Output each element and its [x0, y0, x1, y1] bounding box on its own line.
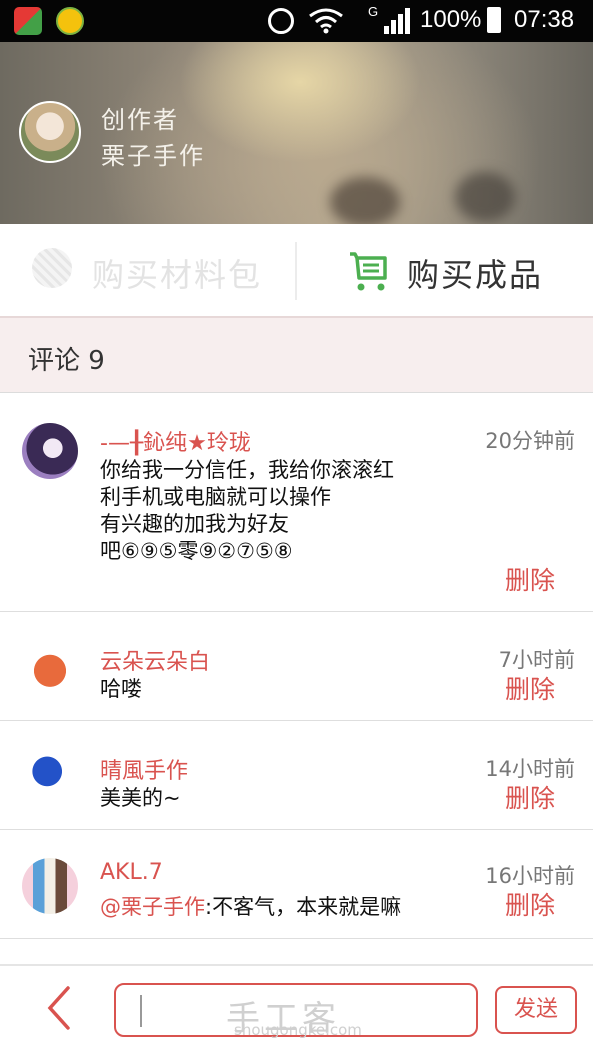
mention-link[interactable]: @栗子手作: [100, 895, 205, 919]
creator-role-label: 创作者: [101, 106, 179, 134]
battery-percent: 100%: [420, 6, 482, 33]
buy-finished-label: 购买成品: [407, 256, 544, 294]
wifi-icon: [309, 8, 343, 34]
comment-item: AKL.7 16小时前 @栗子手作:不客气，本来就是嘛 删除: [0, 830, 593, 939]
comment-text: @栗子手作:不客气，本来就是嘛: [100, 894, 480, 921]
buy-materials-button[interactable]: 购买材料包: [30, 240, 280, 300]
commenter-name[interactable]: -—╂鈊纯★玲珑: [100, 425, 251, 457]
comments-count-title: 评论 9: [28, 346, 105, 376]
creator-header: 创作者 栗子手作: [0, 42, 593, 224]
commenter-name[interactable]: AKL.7: [100, 860, 163, 885]
commenter-name[interactable]: 晴風手作: [100, 753, 188, 785]
comment-text: 哈喽: [100, 677, 142, 701]
comment-item: 晴風手作 14小时前 美美的~ 删除: [0, 721, 593, 830]
buy-divider: [295, 242, 297, 300]
comment-input[interactable]: 手工客 shougongke.com: [114, 983, 478, 1039]
status-bar: G 100% 07:38: [0, 0, 593, 42]
commenter-avatar[interactable]: [22, 858, 78, 914]
yarn-ball-icon: [32, 248, 72, 288]
comment-time: 20分钟前: [485, 429, 575, 453]
commenter-avatar[interactable]: [22, 640, 78, 696]
delete-button[interactable]: 删除: [505, 561, 555, 597]
watermark-subtext: shougongke.com: [234, 1021, 362, 1039]
alarm-icon: [268, 8, 294, 34]
delete-button[interactable]: 删除: [505, 779, 555, 815]
clock: 07:38: [514, 6, 575, 33]
back-arrow-icon[interactable]: [40, 984, 80, 1032]
send-button[interactable]: 发送: [495, 986, 577, 1034]
buy-materials-label: 购买材料包: [92, 256, 263, 294]
creator-name[interactable]: 栗子手作: [101, 136, 205, 171]
network-type: G: [368, 4, 379, 19]
delete-button[interactable]: 删除: [505, 670, 555, 706]
buy-finished-button[interactable]: 购买成品: [345, 240, 575, 300]
app-notification-icon-2: [56, 7, 84, 35]
comment-input-bar: 手工客 shougongke.com 发送: [0, 964, 593, 1056]
commenter-avatar[interactable]: [22, 423, 78, 479]
comment-text-rest: :不客气，本来就是嘛: [205, 895, 402, 919]
battery-icon: [487, 7, 501, 33]
commenter-name[interactable]: 云朵云朵白: [100, 644, 210, 676]
comment-item: -—╂鈊纯★玲珑 20分钟前 你给我一分信任，我给你滚滚红 利手机或电脑就可以操…: [0, 393, 593, 612]
comment-item: 云朵云朵白 7小时前 哈喽 删除: [0, 612, 593, 721]
commenter-avatar[interactable]: [22, 749, 78, 805]
creator-avatar[interactable]: [19, 101, 81, 163]
delete-button[interactable]: 删除: [505, 886, 555, 922]
cart-icon: [350, 252, 387, 291]
app-notification-icon: [14, 7, 42, 35]
text-cursor: [140, 995, 142, 1027]
comments-header: 评论 9: [0, 318, 593, 393]
comment-text: 你给我一分信任，我给你滚滚红 利手机或电脑就可以操作 有兴趣的加我为好友 吧⑥⑨…: [100, 458, 394, 563]
comment-text: 美美的~: [100, 786, 181, 810]
